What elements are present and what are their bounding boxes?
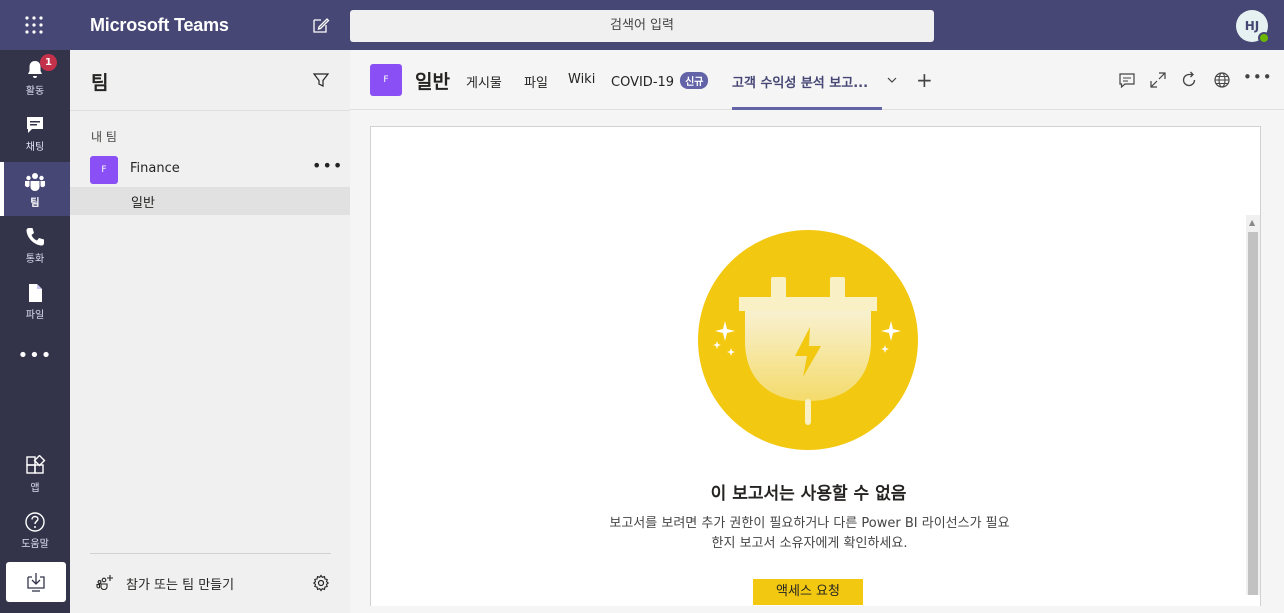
error-title: 이 보고서는 사용할 수 없음 [710,484,907,504]
download-icon [27,573,45,592]
activity-badge: 1 [40,54,57,71]
conversation-icon[interactable] [1118,71,1136,89]
scroll-up-arrow-icon[interactable]: ▲ [1249,218,1255,227]
rail-item-apps[interactable]: 앱 [0,447,70,501]
chevron-down-icon[interactable] [886,74,898,86]
rail-item-files[interactable]: 파일 [0,274,70,328]
team-more-options-icon[interactable]: ••• [312,156,343,175]
presence-available-icon [1258,32,1270,44]
team-name: Finance [130,161,180,176]
app-launcher-icon[interactable] [22,13,46,37]
scrollbar-thumb[interactable] [1248,232,1258,595]
report-content: ▲ 이 보고서는 사용할 수 없음 보고서를 보려면 추가 권한이 필요하거나 … [370,126,1261,606]
settings-gear-icon[interactable] [312,574,330,592]
app-rail: 활동 1 채팅 팀 통화 파일 ••• 앱 도움말 [0,50,70,613]
channel-title: 일반 [415,71,450,93]
help-icon [25,512,45,532]
request-access-button[interactable]: 액세스 요청 [753,579,863,605]
rail-label-chat: 채팅 [25,142,45,153]
panel-title: 팀 [91,72,109,94]
tab-posts[interactable]: 게시물 [466,72,502,91]
my-teams-header: 내 팀 [91,130,117,144]
channel-team-avatar: F [370,64,402,96]
channel-item-general[interactable]: 일반 [70,187,350,215]
tab-covid-19-label: COVID-19 [611,75,675,90]
rail-label-teams: 팀 [30,198,40,209]
rail-item-teams[interactable]: 팀 [0,162,70,216]
new-chat-icon[interactable] [312,16,330,34]
join-or-create-label: 참가 또는 팀 만들기 [126,578,235,593]
teams-panel: 팀 내 팀 F Finance ••• 일반 참가 또는 팀 만들기 [70,50,350,613]
tab-files[interactable]: 파일 [524,72,548,91]
unplugged-plug-icon [698,230,918,450]
team-item-finance[interactable]: F Finance ••• [70,150,350,186]
tab-wiki[interactable]: Wiki [568,72,595,87]
tab-covid-19[interactable]: COVID-19 신규 [611,72,709,90]
user-initials: HJ [1244,19,1260,33]
download-app-button[interactable] [6,562,66,602]
top-bar: Microsoft Teams 검색어 입력 HJ [0,0,1284,50]
channel-header: F 일반 게시물 파일 Wiki COVID-19 신규 고객 수익성 분석 보고… [350,50,1284,110]
app-title: Microsoft Teams [90,15,229,35]
expand-icon[interactable] [1149,71,1167,89]
file-icon [29,284,42,302]
rail-label-apps: 앱 [30,483,40,494]
rail-label-files: 파일 [25,310,45,321]
user-avatar[interactable]: HJ [1236,10,1270,44]
phone-icon [26,228,44,246]
new-badge: 신규 [680,72,709,89]
more-apps-icon[interactable]: ••• [0,345,70,366]
refresh-icon[interactable] [1180,71,1198,89]
divider [90,553,331,554]
join-team-icon [96,575,113,590]
rail-item-activity[interactable]: 활동 1 [0,50,70,104]
rail-item-help[interactable]: 도움말 [0,503,70,557]
rail-label-calls: 통화 [25,254,45,265]
active-tab-indicator [732,107,882,110]
error-description: 보고서를 보려면 추가 권한이 필요하거나 다른 Power BI 라이선스가 … [609,516,1010,551]
rail-label-help: 도움말 [21,539,49,550]
filter-icon[interactable] [312,71,330,89]
tab-customer-profitability-report[interactable]: 고객 수익성 분석 보고... [732,72,868,91]
add-tab-icon[interactable]: + [916,68,933,92]
teams-icon [24,173,46,191]
channel-name: 일반 [131,196,155,211]
search-input[interactable]: 검색어 입력 [350,10,934,42]
chat-icon [27,117,43,133]
rail-item-chat[interactable]: 채팅 [0,106,70,160]
divider [70,110,350,111]
globe-icon[interactable] [1213,71,1231,89]
more-options-icon[interactable]: ••• [1243,68,1273,86]
rail-item-calls[interactable]: 통화 [0,218,70,272]
apps-icon [26,455,46,474]
rail-label-activity: 활동 [25,86,45,97]
team-avatar: F [90,156,118,184]
